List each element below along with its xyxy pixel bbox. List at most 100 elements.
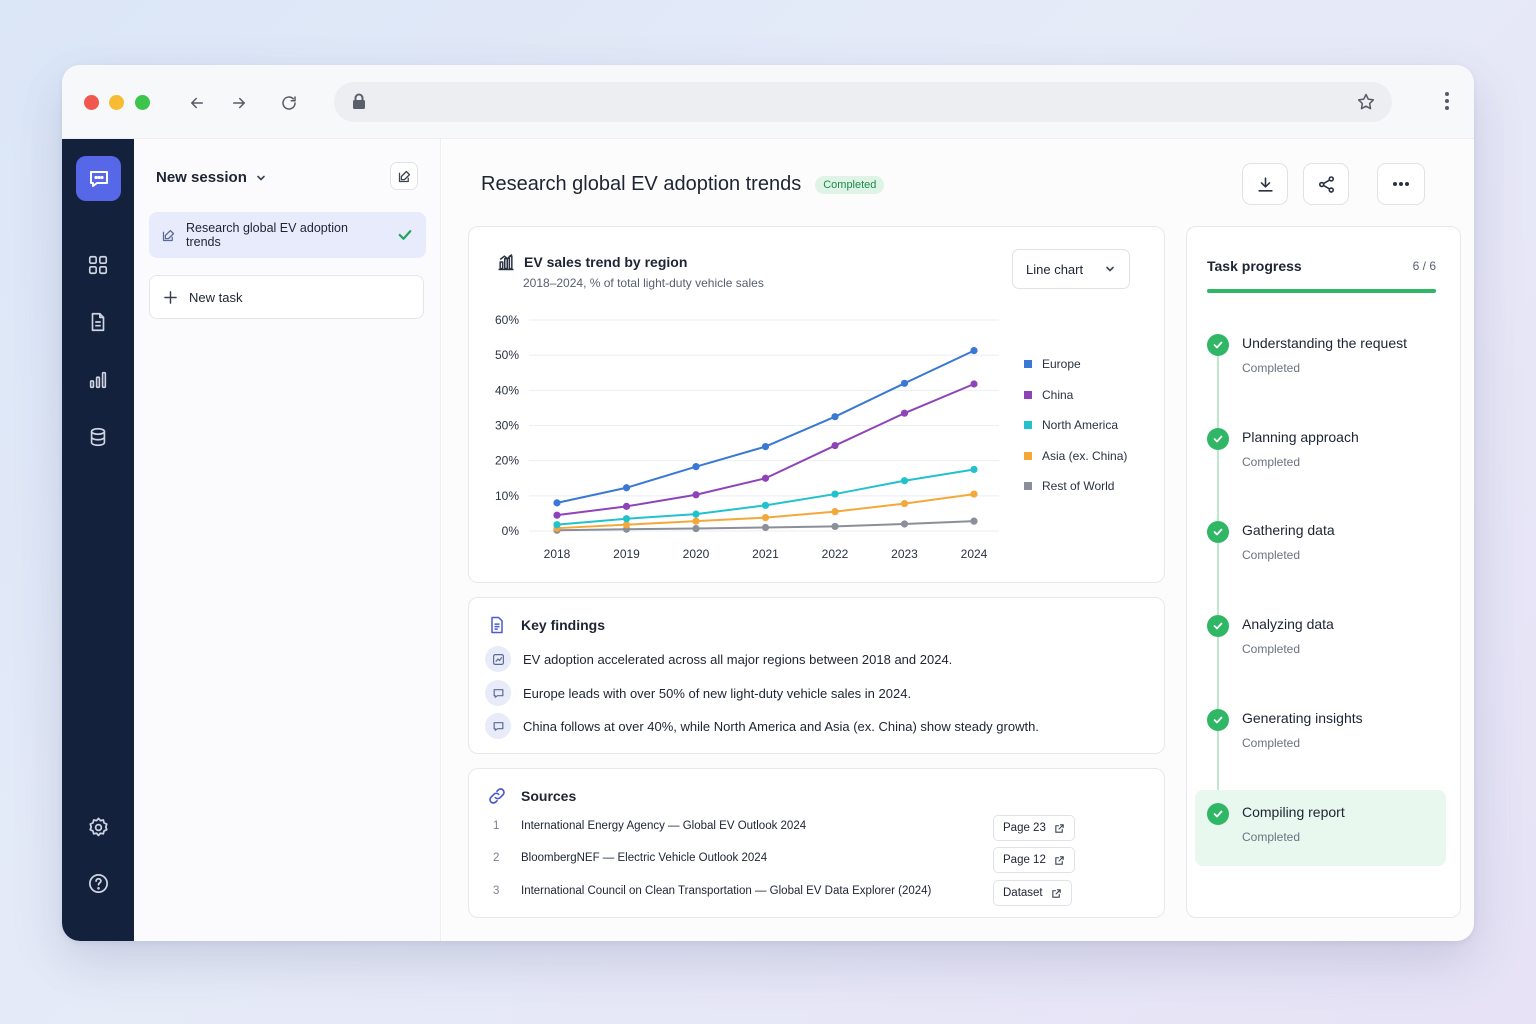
finding-item: China follows at over 40%, while North A… xyxy=(485,713,1039,739)
check-circle-icon xyxy=(1207,334,1229,356)
bar-chart-icon[interactable] xyxy=(86,368,110,392)
minimize-window-button[interactable] xyxy=(109,95,124,110)
x-tick-label: 2022 xyxy=(822,547,849,561)
link-icon xyxy=(489,788,505,804)
source-reference-button[interactable]: Dataset xyxy=(993,880,1072,906)
data-point xyxy=(761,474,770,482)
x-tick-label: 2019 xyxy=(613,547,640,561)
data-point xyxy=(831,508,839,516)
data-point xyxy=(970,465,978,474)
data-point xyxy=(900,520,909,528)
session-selector-label: New session xyxy=(156,169,247,186)
page-title: Research global EV adoption trends xyxy=(481,173,802,195)
legend-swatch xyxy=(1024,390,1032,399)
new-task-button[interactable]: New task xyxy=(149,275,424,319)
source-row: 1 International Energy Agency — Global E… xyxy=(493,820,1078,832)
y-tick-label: 10% xyxy=(495,489,519,503)
help-icon[interactable] xyxy=(86,871,110,895)
plus-icon xyxy=(164,290,177,304)
legend-label: Asia (ex. China) xyxy=(1042,448,1128,463)
y-tick-label: 30% xyxy=(495,419,519,433)
legend-item: Asia (ex. China) xyxy=(1024,441,1127,472)
data-point xyxy=(553,511,561,519)
finding-text: EV adoption accelerated across all major… xyxy=(523,651,953,667)
task-step: Understanding the request Completed xyxy=(1195,321,1446,397)
data-point xyxy=(761,514,770,522)
task-step-status: Completed xyxy=(1242,454,1301,469)
chart-type-select[interactable]: Line chart xyxy=(1012,249,1130,289)
task-step-status: Completed xyxy=(1242,361,1301,375)
chart-icon xyxy=(498,253,514,271)
data-point xyxy=(622,515,631,523)
checkmark-icon xyxy=(398,230,412,240)
chat-logo-icon[interactable] xyxy=(76,156,121,201)
legend-item: North America xyxy=(1024,410,1127,441)
maximize-window-button[interactable] xyxy=(135,95,150,110)
data-point xyxy=(900,379,909,387)
y-tick-label: 60% xyxy=(495,313,519,327)
check-circle-icon xyxy=(1207,708,1229,731)
download-button[interactable] xyxy=(1242,163,1288,205)
chart-card: 0% 10% 20% 30% 40% 50% 60% 2018 2019 2020 2021 2022… xyxy=(468,226,1165,583)
task-step-name: Understanding the request xyxy=(1242,335,1407,351)
external-link-icon xyxy=(1051,888,1061,898)
session-item-label: Research global EV adoption trends xyxy=(185,221,348,249)
bookmark-star-icon[interactable] xyxy=(1356,92,1376,117)
source-label: International Council on Clean Transport… xyxy=(521,885,932,897)
check-circle-icon xyxy=(1207,615,1229,638)
session-panel: New session Research global EV adoption … xyxy=(134,139,441,941)
task-step: Gathering data Completed xyxy=(1195,508,1446,584)
edit-icon xyxy=(398,170,410,182)
data-point xyxy=(622,502,631,510)
legend-label: Rest of World xyxy=(1042,479,1115,494)
legend-item: China xyxy=(1024,380,1127,411)
share-button[interactable] xyxy=(1303,163,1349,205)
source-reference-button[interactable]: Page 23 xyxy=(993,815,1075,841)
finding-item: EV adoption accelerated across all major… xyxy=(485,646,952,672)
reload-icon[interactable] xyxy=(275,89,303,117)
source-reference-button[interactable]: Page 12 xyxy=(993,847,1075,873)
main-content: Research global EV adoption trends Compl… xyxy=(442,139,1474,941)
data-point xyxy=(831,490,839,498)
close-window-button[interactable] xyxy=(84,95,99,110)
address-bar[interactable] xyxy=(334,82,1392,122)
data-point xyxy=(831,441,839,450)
source-label: International Energy Agency — Global EV … xyxy=(521,820,807,832)
new-task-label: New task xyxy=(189,289,243,305)
grid-icon[interactable] xyxy=(86,253,110,277)
legend-swatch xyxy=(1024,451,1032,460)
session-selector[interactable]: New session xyxy=(156,169,267,186)
database-icon[interactable] xyxy=(86,425,110,449)
download-icon xyxy=(1257,176,1273,192)
sources-card: Sources 1 International Energy Agency — … xyxy=(468,768,1165,918)
legend-swatch xyxy=(1024,421,1032,430)
settings-gear-icon[interactable] xyxy=(86,815,110,839)
key-findings-header: Key findings xyxy=(487,615,605,635)
page-header: Research global EV adoption trends Compl… xyxy=(481,173,885,196)
document-icon[interactable] xyxy=(86,310,110,334)
y-tick-label: 0% xyxy=(502,524,520,538)
task-step-name: Generating insights xyxy=(1242,709,1363,726)
task-step-status: Completed xyxy=(1242,642,1301,657)
legend-item: Rest of World xyxy=(1024,471,1127,502)
y-tick-label: 50% xyxy=(495,348,519,362)
chart-subtitle: 2018–2024, % of total light-duty vehicle… xyxy=(523,276,764,290)
new-session-edit-button[interactable] xyxy=(390,162,418,190)
browser-menu-icon[interactable] xyxy=(1444,91,1450,116)
external-link-icon xyxy=(1055,823,1064,833)
check-circle-icon xyxy=(1207,427,1229,450)
session-item[interactable]: Research global EV adoption trends xyxy=(149,212,426,258)
more-options-button[interactable] xyxy=(1377,163,1425,205)
y-tick-label: 20% xyxy=(495,454,519,468)
legend-label: China xyxy=(1042,387,1074,402)
chart-header: EV sales trend by region xyxy=(496,252,687,272)
trend-icon xyxy=(485,646,511,672)
data-point xyxy=(692,524,700,533)
back-arrow-icon[interactable] xyxy=(183,89,211,117)
status-badge: Completed xyxy=(815,175,885,194)
data-point xyxy=(831,522,839,531)
task-step-name: Compiling report xyxy=(1242,803,1345,820)
comment-icon xyxy=(485,713,511,739)
forward-arrow-icon[interactable] xyxy=(225,89,253,117)
data-point xyxy=(692,491,700,499)
